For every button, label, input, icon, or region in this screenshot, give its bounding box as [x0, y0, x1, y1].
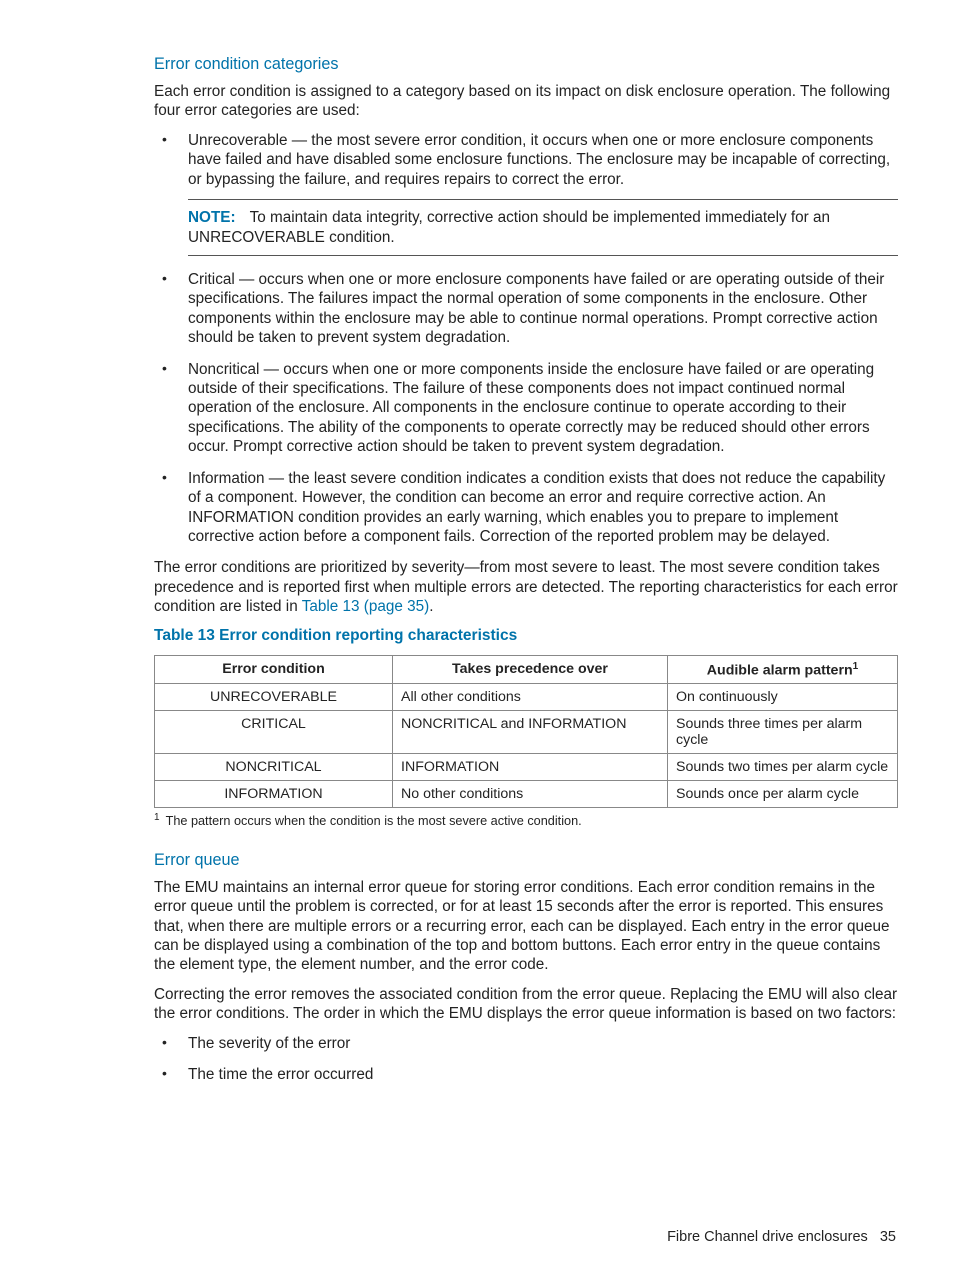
cell: No other conditions	[393, 781, 668, 808]
table-footnote: 1 The pattern occurs when the condition i…	[154, 812, 898, 828]
heading-error-categories: Error condition categories	[154, 55, 898, 74]
priority-paragraph: The error conditions are prioritized by …	[154, 558, 898, 616]
list-item: Unrecoverable — the most severe error co…	[154, 131, 898, 256]
category-text: Unrecoverable — the most severe error co…	[188, 132, 890, 188]
table-row: NONCRITICAL INFORMATION Sounds two times…	[155, 754, 898, 781]
cell: All other conditions	[393, 684, 668, 711]
footer-section: Fibre Channel drive enclosures	[667, 1229, 868, 1245]
error-queue-p1: The EMU maintains an internal error queu…	[154, 878, 898, 975]
cell: Sounds two times per alarm cycle	[668, 754, 898, 781]
table-row: INFORMATION No other conditions Sounds o…	[155, 781, 898, 808]
factors-list: The severity of the error The time the e…	[154, 1034, 898, 1085]
col-header: Audible alarm pattern1	[668, 655, 898, 684]
cell: CRITICAL	[155, 711, 393, 754]
cell: Sounds three times per alarm cycle	[668, 711, 898, 754]
cell: Sounds once per alarm cycle	[668, 781, 898, 808]
list-item: The time the error occurred	[154, 1065, 898, 1084]
page-footer: Fibre Channel drive enclosures 35	[667, 1229, 896, 1245]
list-item: The severity of the error	[154, 1034, 898, 1053]
table-row: CRITICAL NONCRITICAL and INFORMATION Sou…	[155, 711, 898, 754]
col-header: Takes precedence over	[393, 655, 668, 684]
header-superscript: 1	[853, 661, 859, 672]
cell: INFORMATION	[155, 781, 393, 808]
priority-text-a: The error conditions are prioritized by …	[154, 559, 898, 615]
error-condition-table: Error condition Takes precedence over Au…	[154, 655, 898, 809]
priority-text-b: .	[429, 598, 433, 615]
list-item: Critical — occurs when one or more enclo…	[154, 270, 898, 348]
table-caption: Table 13 Error condition reporting chara…	[154, 627, 898, 645]
intro-paragraph: Each error condition is assigned to a ca…	[154, 82, 898, 121]
table-row: UNRECOVERABLE All other conditions On co…	[155, 684, 898, 711]
cell: NONCRITICAL and INFORMATION	[393, 711, 668, 754]
note-box: NOTE:To maintain data integrity, correct…	[188, 199, 898, 256]
note-label: NOTE:	[188, 209, 236, 226]
category-list: Unrecoverable — the most severe error co…	[154, 131, 898, 547]
cell: INFORMATION	[393, 754, 668, 781]
table-crossref-link[interactable]: Table 13 (page 35)	[302, 598, 430, 615]
heading-error-queue: Error queue	[154, 851, 898, 870]
footnote-superscript: 1	[154, 812, 160, 823]
footnote-text: The pattern occurs when the condition is…	[166, 815, 582, 829]
cell: On continuously	[668, 684, 898, 711]
list-item: Information — the least severe condition…	[154, 469, 898, 547]
footer-page-number: 35	[880, 1229, 896, 1245]
cell: NONCRITICAL	[155, 754, 393, 781]
note-text: To maintain data integrity, corrective a…	[188, 209, 830, 245]
col-header: Error condition	[155, 655, 393, 684]
error-queue-p2: Correcting the error removes the associa…	[154, 985, 898, 1024]
list-item: Noncritical — occurs when one or more co…	[154, 360, 898, 457]
table-header-row: Error condition Takes precedence over Au…	[155, 655, 898, 684]
cell: UNRECOVERABLE	[155, 684, 393, 711]
col-header-text: Audible alarm pattern	[707, 662, 853, 678]
